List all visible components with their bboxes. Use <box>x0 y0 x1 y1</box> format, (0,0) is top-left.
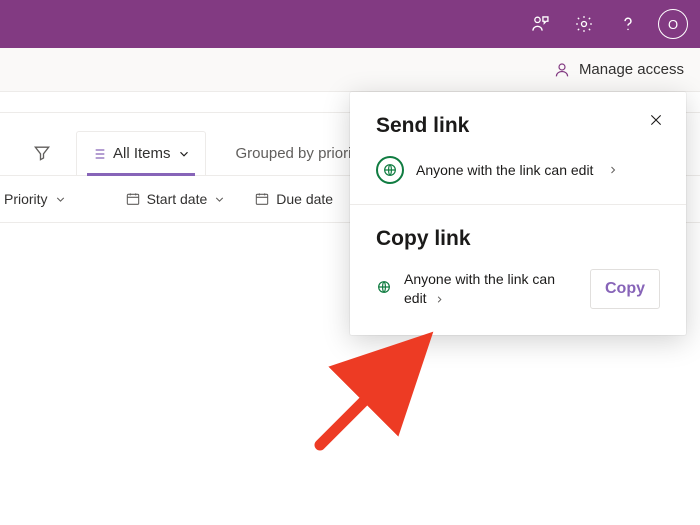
annotation-arrow <box>300 330 460 460</box>
copy-button[interactable]: Copy <box>590 269 660 309</box>
gear-icon[interactable] <box>564 4 604 44</box>
action-bar: Manage access <box>0 48 700 92</box>
copy-link-section: Copy link Anyone with the link can edit … <box>350 205 686 329</box>
send-link-section: Send link Anyone with the link can edit <box>350 92 686 204</box>
globe-icon <box>376 279 392 300</box>
col-priority[interactable]: Priority <box>4 191 67 207</box>
copy-link-scope[interactable]: Anyone with the link can edit <box>404 270 564 308</box>
send-link-scope[interactable]: Anyone with the link can edit <box>376 156 660 184</box>
avatar-initial: O <box>668 17 678 32</box>
manage-access-button[interactable]: Manage access <box>553 61 684 79</box>
person-icon <box>553 61 571 79</box>
col-due-date[interactable]: Due date <box>254 191 333 207</box>
filter-icon[interactable] <box>24 143 60 163</box>
calendar-icon <box>125 191 141 207</box>
chevron-down-icon <box>177 147 191 161</box>
col-due-date-label: Due date <box>276 191 333 207</box>
send-link-scope-label: Anyone with the link can edit <box>416 162 593 178</box>
copy-link-title: Copy link <box>376 227 660 251</box>
feedback-icon[interactable] <box>520 4 560 44</box>
view-tab-label: All Items <box>113 145 171 162</box>
globe-icon <box>376 156 404 184</box>
col-priority-label: Priority <box>4 191 48 207</box>
copy-link-scope-label: Anyone with the link can edit <box>404 271 555 306</box>
chevron-down-icon <box>54 193 67 206</box>
col-start-date[interactable]: Start date <box>125 191 227 207</box>
col-start-date-label: Start date <box>147 191 208 207</box>
share-link-popup: Send link Anyone with the link can edit … <box>350 92 686 335</box>
chevron-down-icon <box>213 193 226 206</box>
avatar[interactable]: O <box>658 9 688 39</box>
help-icon[interactable] <box>608 4 648 44</box>
close-icon[interactable] <box>648 112 664 133</box>
app-top-bar: O <box>0 0 700 48</box>
list-icon <box>91 146 107 162</box>
view-tab-grouped-label: Grouped by priority <box>236 145 364 162</box>
chevron-right-icon <box>434 294 445 305</box>
manage-access-label: Manage access <box>579 61 684 78</box>
view-tab-all-items[interactable]: All Items <box>76 131 206 175</box>
chevron-right-icon <box>607 164 619 176</box>
calendar-icon <box>254 191 270 207</box>
send-link-title: Send link <box>376 114 660 138</box>
